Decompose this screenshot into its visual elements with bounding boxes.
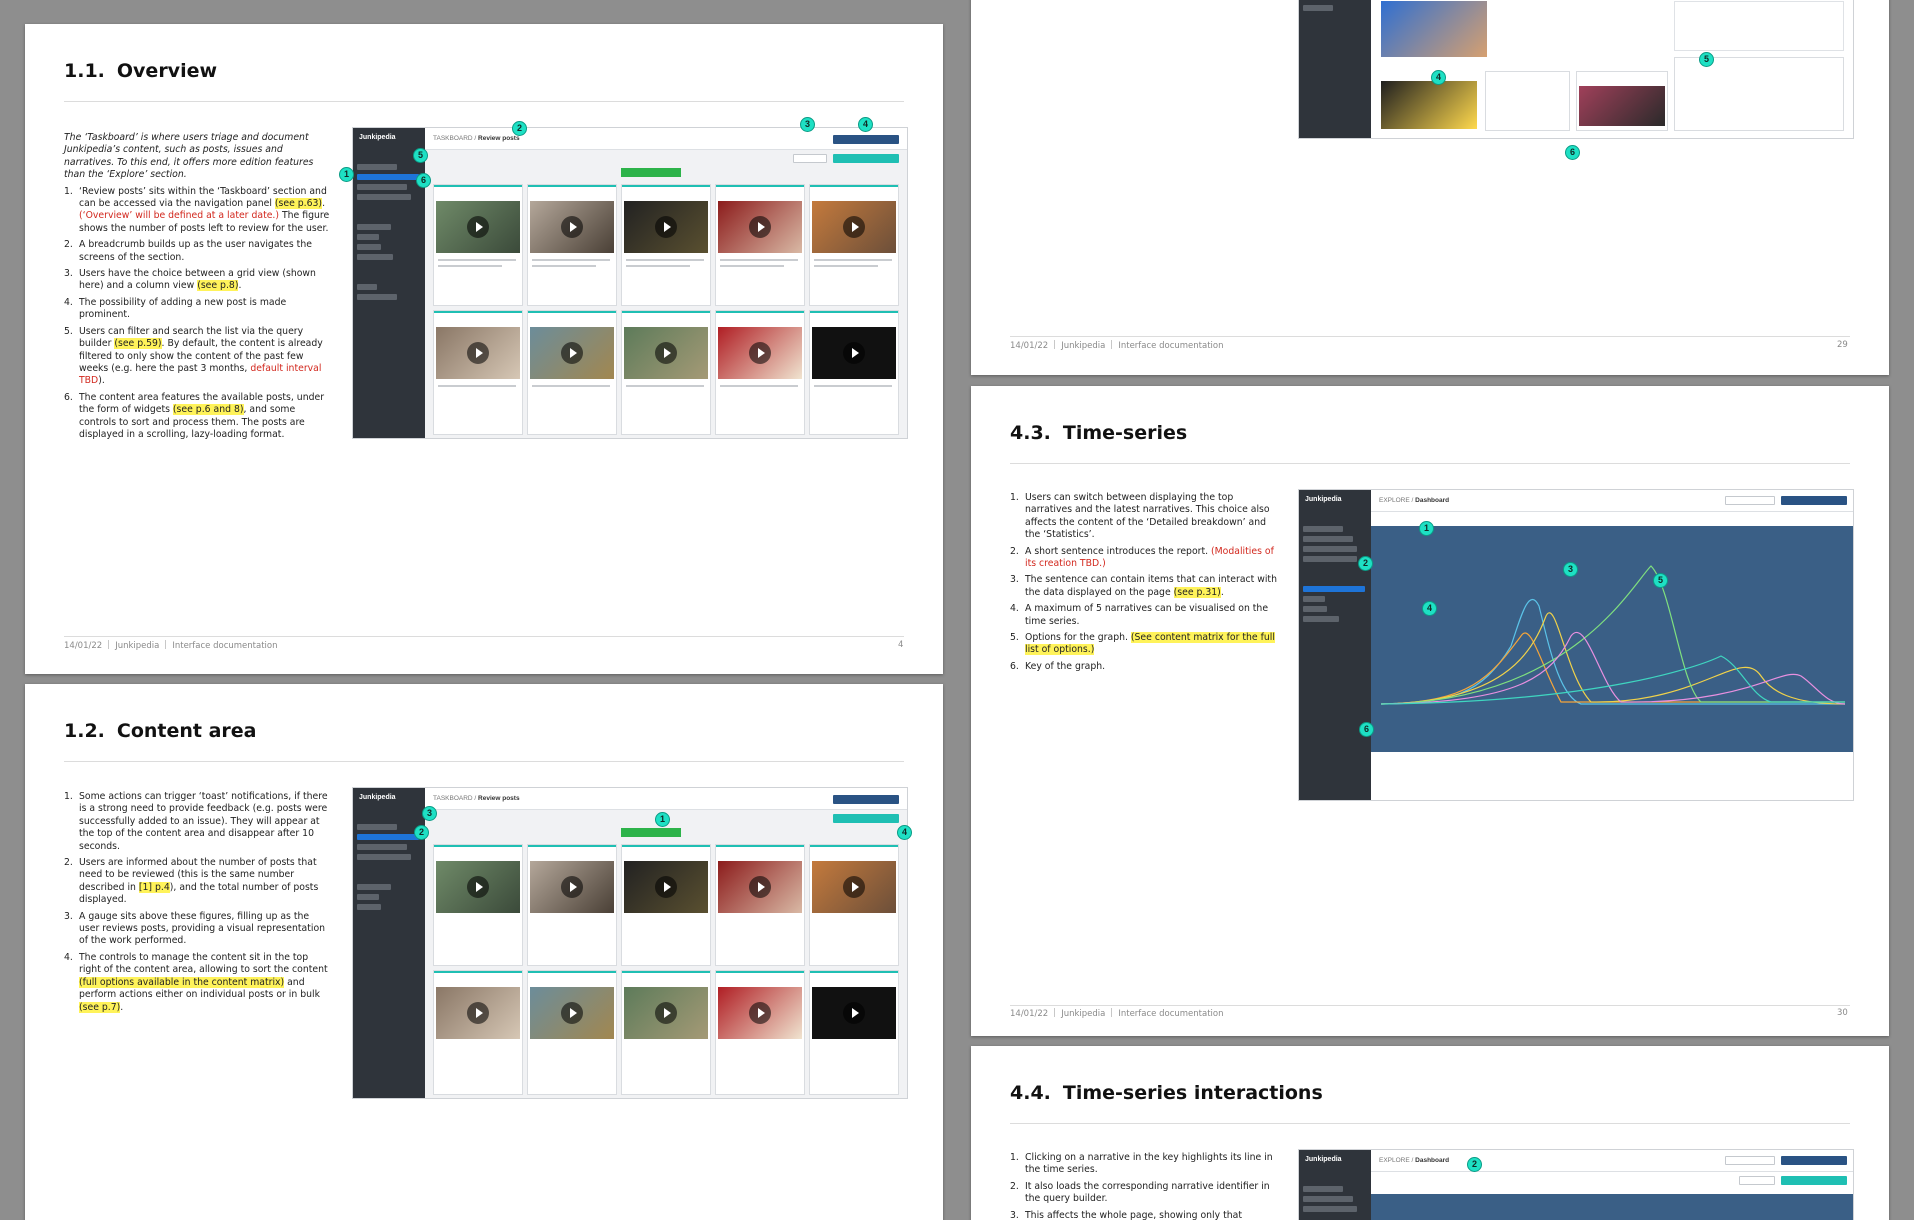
section-body: 1. Users can switch between displaying th… bbox=[1010, 492, 1278, 677]
list-item: 2. Users are informed about the number of… bbox=[64, 857, 319, 906]
mock-breadcrumb: TASKBOARD / Review posts bbox=[433, 135, 520, 142]
page-footer: 14/01/22 Junkipedia Interface documentatio… bbox=[64, 640, 278, 651]
section-title: 1.1. Overview bbox=[64, 60, 218, 82]
annotation-list: 1. Users can switch between displaying th… bbox=[1010, 492, 1278, 673]
taskboard-mockup: Junkipedia TASKBOARD / Review posts bbox=[352, 127, 908, 439]
list-item: 1. Clicking on a narrative in the key hig… bbox=[1010, 1152, 1273, 1176]
annotation-list: 1. ‘Review posts’ sits within the ‘Taskbo… bbox=[64, 186, 332, 442]
list-item: 5. Options for the graph. (See content ma… bbox=[1010, 632, 1275, 656]
content-area-mockup: Junkipedia TASKBOARD / Review posts bbox=[352, 787, 908, 1099]
callout-badge: 3 bbox=[800, 117, 815, 132]
list-item: 3. Users have the choice between a grid v… bbox=[64, 268, 316, 292]
mock-breadcrumb: EXPLORE / Dashboard bbox=[1379, 1157, 1450, 1164]
dashboard-mockup-top bbox=[1298, 0, 1854, 139]
doc-page-time-series: 4.3. Time-series 1. Users can switch betwe… bbox=[971, 386, 1889, 1036]
section-title: 1.2. Content area bbox=[64, 720, 257, 742]
callout-badge: 4 bbox=[858, 117, 873, 132]
list-item: 6. The content area features the availabl… bbox=[64, 391, 325, 440]
callout-badge: 2 bbox=[512, 121, 527, 136]
list-item: 4. A maximum of 5 narratives can be visua… bbox=[1010, 603, 1269, 627]
callout-badge: 6 bbox=[416, 173, 431, 188]
page-number: 30 bbox=[1837, 1008, 1848, 1018]
callout-badge: 1 bbox=[655, 812, 670, 827]
annotation-list: 1. Clicking on a narrative in the key hig… bbox=[1010, 1152, 1278, 1220]
dashboard-mockup-interactions: Junkipedia EXPLORE / Dashboard bbox=[1298, 1149, 1854, 1220]
callout-badge: 6 bbox=[1359, 722, 1374, 737]
page-number: 4 bbox=[898, 640, 904, 650]
mock-breadcrumb: EXPLORE / Dashboard bbox=[1379, 497, 1450, 504]
mock-breadcrumb: TASKBOARD / Review posts bbox=[433, 795, 520, 802]
doc-page-time-series-interactions: 4.4. Time-series interactions 1. Clicking … bbox=[971, 1046, 1889, 1220]
callout-badge: 4 bbox=[1422, 601, 1437, 616]
callout-badge: 1 bbox=[1419, 521, 1434, 536]
intro-text: The ‘Taskboard’ is where users triage an… bbox=[64, 132, 314, 181]
list-item: 1. Some actions can trigger ‘toast’ notif… bbox=[64, 791, 328, 852]
callout-badge: 4 bbox=[1431, 70, 1446, 85]
list-item: 2. A breadcrumb builds up as the user nav… bbox=[64, 239, 312, 263]
list-item: 3. A gauge sits above these figures, fill… bbox=[64, 910, 326, 947]
list-item: 2. A short sentence introduces the report… bbox=[1010, 545, 1274, 570]
mock-brand: Junkipedia bbox=[359, 134, 396, 141]
doc-page-content-area: 1.2. Content area 1. Some actions can trig… bbox=[25, 684, 943, 1220]
annotation-list: 1. Some actions can trigger ‘toast’ notif… bbox=[64, 791, 332, 1014]
time-series-chart bbox=[1371, 526, 1853, 734]
callout-badge: 4 bbox=[897, 825, 912, 840]
section-body: The ‘Taskboard’ is where users triage an… bbox=[64, 132, 332, 445]
callout-badge: 3 bbox=[422, 806, 437, 821]
dashboard-mockup: Junkipedia EXPLORE / Dashboard bbox=[1298, 489, 1854, 801]
section-title: 4.3. Time-series bbox=[1010, 422, 1188, 444]
page-number: 29 bbox=[1837, 340, 1848, 350]
callout-badge: 6 bbox=[1565, 145, 1580, 160]
callout-badge: 3 bbox=[1563, 562, 1578, 577]
callout-badge: 2 bbox=[1467, 1157, 1482, 1172]
section-body: 1. Clicking on a narrative in the key hig… bbox=[1010, 1152, 1278, 1220]
list-item: 1. ‘Review posts’ sits within the ‘Taskbo… bbox=[64, 185, 330, 234]
divider bbox=[64, 101, 904, 102]
callout-badge: 5 bbox=[413, 148, 428, 163]
list-item: 6. Key of the graph. bbox=[1010, 660, 1106, 672]
page-footer: 14/01/22 Junkipedia Interface documentatio… bbox=[1010, 340, 1224, 351]
doc-page-29: 4 5 6 14/01/22 Junkipedia Interface docume… bbox=[971, 0, 1889, 375]
list-item: 4. The controls to manage the content sit… bbox=[64, 951, 328, 1013]
list-item: 1. Users can switch between displaying th… bbox=[1010, 492, 1270, 541]
section-body: 1. Some actions can trigger ‘toast’ notif… bbox=[64, 791, 332, 1018]
callout-badge: 5 bbox=[1653, 573, 1668, 588]
list-item: 3. This affects the whole page, showing o… bbox=[1010, 1209, 1242, 1220]
list-item: 4. The possibility of adding a new post i… bbox=[64, 296, 287, 321]
list-item: 5. Users can filter and search the list v… bbox=[64, 325, 323, 387]
list-item: 3. The sentence can contain items that ca… bbox=[1010, 574, 1277, 598]
callout-badge: 2 bbox=[414, 825, 429, 840]
callout-badge: 5 bbox=[1699, 52, 1714, 67]
doc-page-overview: 1.1. Overview The ‘Taskboard’ is where us… bbox=[25, 24, 943, 674]
section-title: 4.4. Time-series interactions bbox=[1010, 1082, 1323, 1104]
list-item: 2. It also loads the corresponding narrat… bbox=[1010, 1180, 1270, 1205]
time-series-lines bbox=[1380, 565, 1846, 705]
callout-badge: 1 bbox=[339, 167, 354, 182]
page-footer: 14/01/22 Junkipedia Interface documentatio… bbox=[1010, 1008, 1224, 1019]
callout-badge: 2 bbox=[1358, 556, 1373, 571]
